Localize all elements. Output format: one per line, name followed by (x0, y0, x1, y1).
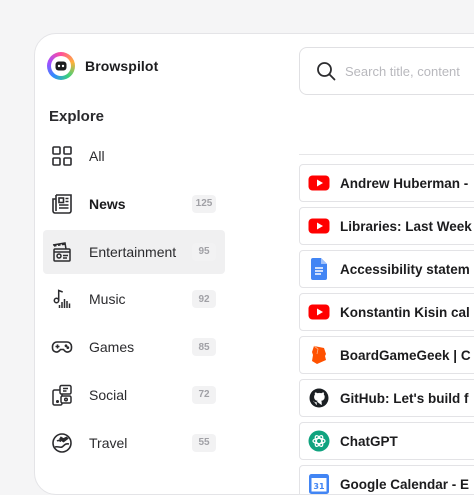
browspilot-logo-icon (47, 52, 75, 80)
divider (299, 154, 474, 155)
count-badge: 92 (192, 290, 216, 309)
count-badge: 72 (192, 385, 216, 404)
count-badge: 55 (192, 433, 216, 452)
sidebar-item-label: Social (89, 386, 128, 403)
youtube-icon (308, 172, 330, 194)
list-item[interactable]: Andrew Huberman - (299, 164, 474, 202)
github-icon (308, 387, 330, 409)
sidebar-item-label: All (89, 148, 105, 164)
app-window: Browspilot Explore All News 125 Entertai… (34, 33, 474, 495)
youtube-icon (308, 215, 330, 237)
sidebar-item-label: Entertainment (89, 243, 177, 260)
search-box[interactable] (299, 47, 474, 95)
youtube-icon (308, 301, 330, 323)
google-docs-icon (308, 258, 330, 280)
list-item[interactable]: 31 Google Calendar - E (299, 465, 474, 494)
sidebar-item-travel[interactable]: Travel 55 (43, 421, 225, 465)
sidebar-item-entertainment[interactable]: Entertainment 95 (43, 229, 225, 274)
music-icon (51, 288, 73, 310)
sidebar-item-music[interactable]: Music 92 (43, 277, 225, 321)
list-item[interactable]: BoardGameGeek | C (299, 336, 474, 374)
list-item-title: Konstantin Kisin cal (340, 304, 470, 320)
sidebar-item-label: Games (89, 339, 135, 356)
sidebar-item-label: Music (89, 291, 126, 308)
search-icon (316, 61, 336, 81)
list-item-title: Libraries: Last Week (340, 218, 472, 234)
brand[interactable]: Browspilot (47, 52, 158, 80)
sidebar-item-all[interactable]: All (43, 134, 225, 178)
list-item-title: BoardGameGeek | C (340, 347, 471, 363)
sidebar-item-label: News (89, 195, 126, 212)
grid-icon (51, 145, 73, 167)
app-name: Browspilot (85, 58, 159, 74)
list-item-title: Google Calendar - E (340, 476, 470, 492)
sidebar-item-label: Travel (89, 434, 128, 451)
list-item[interactable]: Libraries: Last Week (299, 207, 474, 245)
social-icon (51, 384, 73, 406)
search-input[interactable] (345, 63, 474, 79)
list-item-title: Accessibility statem (340, 261, 470, 277)
list-item-title: Andrew Huberman - (340, 175, 469, 191)
google-calendar-icon: 31 (308, 473, 330, 494)
sidebar-item-news[interactable]: News 125 (43, 182, 225, 226)
list-item[interactable]: Konstantin Kisin cal (299, 293, 474, 331)
chatgpt-icon (308, 430, 330, 452)
boardgamegeek-icon (308, 344, 330, 366)
sidebar-item-social[interactable]: Social 72 (43, 373, 225, 417)
count-badge: 95 (192, 242, 216, 261)
sidebar-nav: All News 125 Entertainment 95 Music 92 G… (43, 134, 225, 469)
results-list: Andrew Huberman - Libraries: Last Week A… (299, 164, 474, 494)
gamepad-icon (51, 336, 73, 358)
sidebar-item-games[interactable]: Games 85 (43, 325, 225, 369)
list-item[interactable]: Accessibility statem (299, 250, 474, 288)
newspaper-icon (51, 193, 73, 215)
list-item[interactable]: GitHub: Let's build f (299, 379, 474, 417)
entertainment-icon (51, 241, 73, 263)
count-badge: 125 (192, 194, 216, 213)
travel-icon (51, 432, 73, 454)
explore-heading: Explore (49, 108, 105, 125)
list-item-title: GitHub: Let's build f (340, 390, 469, 406)
svg-text:31: 31 (313, 482, 325, 491)
list-item[interactable]: ChatGPT (299, 422, 474, 460)
count-badge: 85 (192, 338, 216, 357)
list-item-title: ChatGPT (340, 433, 398, 449)
